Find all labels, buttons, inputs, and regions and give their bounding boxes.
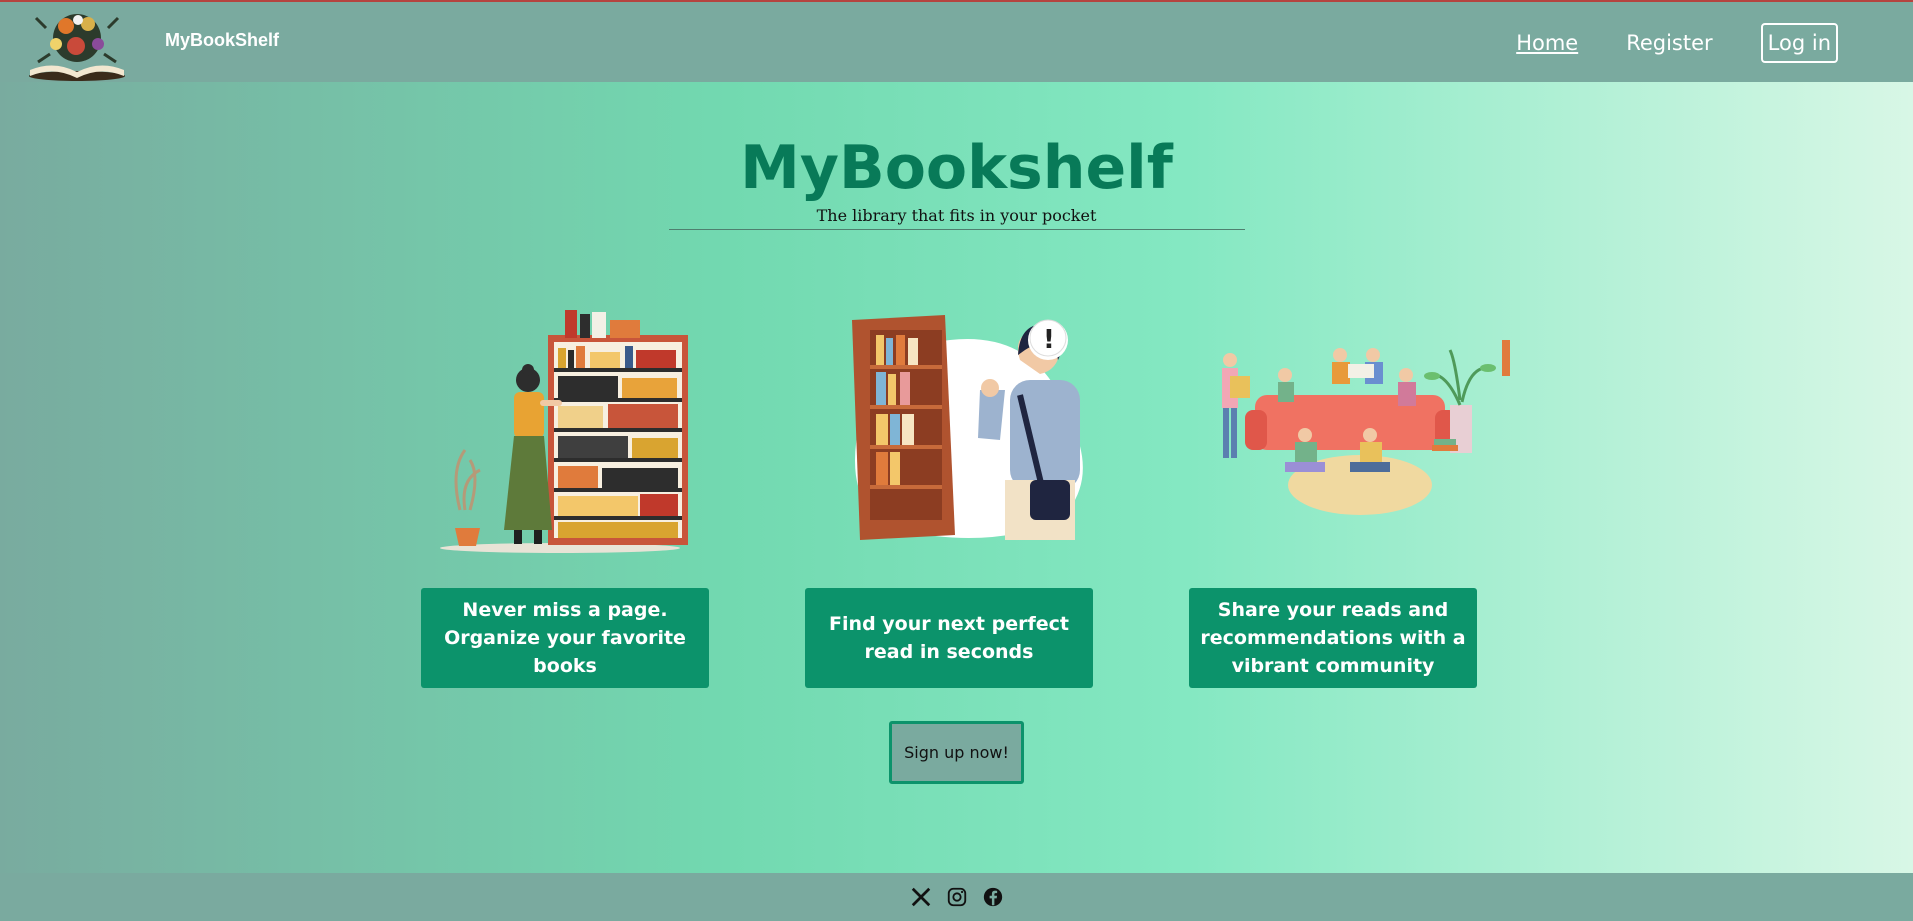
nav-login-button[interactable]: Log in: [1760, 23, 1838, 63]
woman-bookshelf-illustration: [440, 310, 688, 553]
nav-register-link[interactable]: Register: [1626, 29, 1712, 57]
hero-divider: [669, 229, 1245, 230]
book-logo-icon[interactable]: [26, 6, 128, 82]
x-icon[interactable]: [910, 886, 932, 908]
sign-up-button[interactable]: Sign up now!: [889, 721, 1024, 784]
feature-card-organize: Never miss a page. Organize your favorit…: [421, 588, 709, 688]
facebook-icon[interactable]: [982, 886, 1004, 908]
hero-subtitle: The library that fits in your pocket: [816, 206, 1097, 225]
feature-card-community: Share your reads and recommendations wit…: [1189, 588, 1477, 688]
feature-card-discover: Find your next perfect read in seconds: [805, 588, 1093, 688]
nav-home-link[interactable]: Home: [1516, 29, 1578, 57]
instagram-icon[interactable]: [946, 886, 968, 908]
site-header: MyBookShelf Home Register Log in: [0, 2, 1913, 82]
site-footer: [0, 873, 1913, 921]
svg-text:!: !: [1043, 325, 1055, 355]
reading-community-illustration: [1222, 340, 1510, 515]
hero-title: MyBookshelf: [740, 133, 1173, 203]
man-bookcase-illustration: !: [852, 315, 1083, 540]
main-nav: Home Register Log in: [1468, 23, 1838, 63]
brand-name[interactable]: MyBookShelf: [165, 30, 279, 51]
